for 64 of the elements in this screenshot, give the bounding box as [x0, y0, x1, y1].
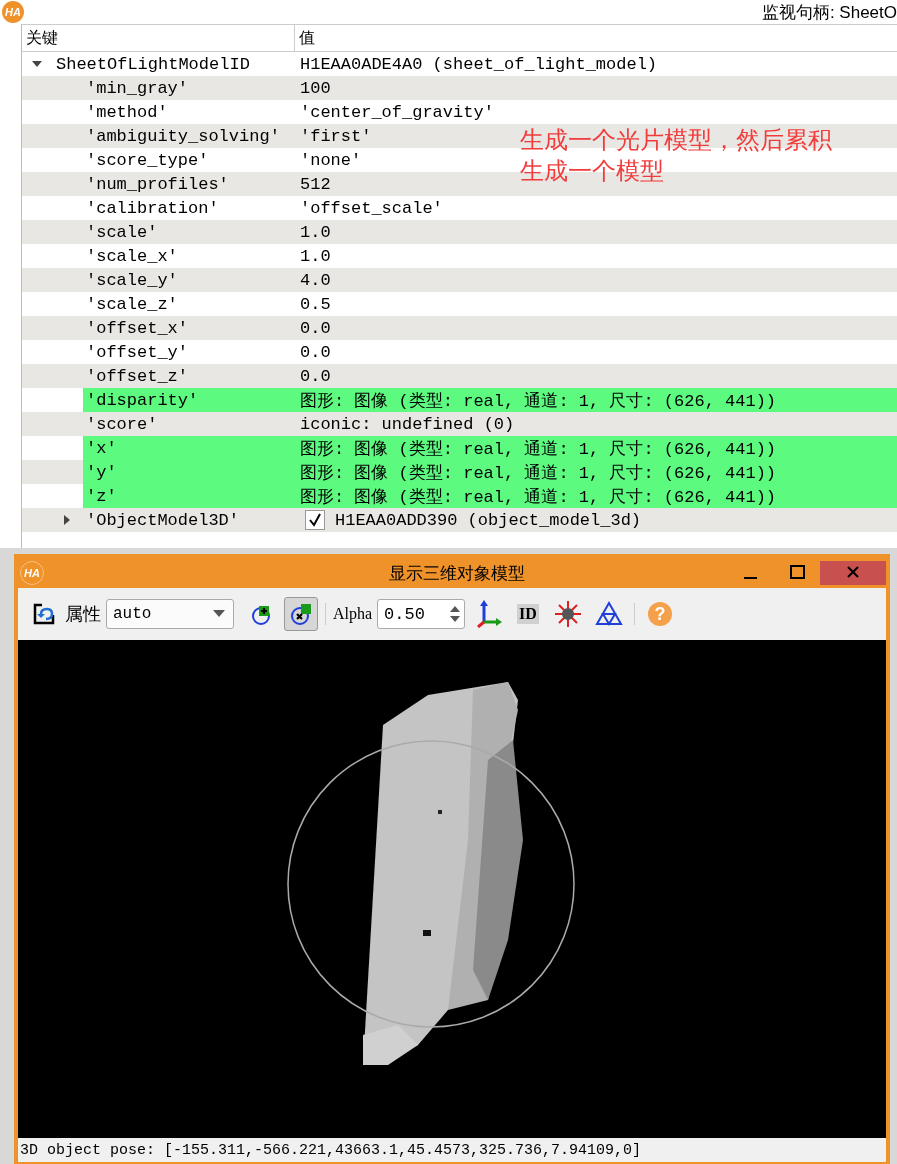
value-text: 'center_of_gravity': [300, 102, 494, 122]
key-text: 'ObjectModel3D': [86, 510, 240, 530]
value-text: 1.0: [300, 246, 331, 266]
collapse-arrow-icon[interactable]: [32, 59, 42, 69]
undo-icon[interactable]: [32, 602, 56, 626]
value-text: H1EAA0ADD390 (object_model_3d): [335, 510, 642, 530]
app-logo: HA: [2, 1, 24, 23]
value-text: 图形: 图像 (类型: real, 通道: 1, 尺寸: (626, 441)): [300, 486, 777, 508]
expand-arrow-icon[interactable]: [62, 515, 72, 525]
window-title: 监视句柄: SheetO: [761, 1, 897, 24]
key-text: 'offset_y': [86, 342, 189, 362]
caret-icon[interactable]: [213, 610, 225, 618]
value-text: 'none': [300, 150, 362, 170]
key-text: 'min_gray': [86, 78, 189, 98]
window-title: 显示三维对象模型: [388, 562, 526, 585]
checkbox[interactable]: [305, 510, 325, 530]
value-text: 1.0: [300, 222, 331, 242]
annotation-text: 生成一个光片模型，然后累积: [520, 125, 832, 155]
key-text: SheetOfLightModelID: [56, 54, 250, 74]
light-icon[interactable]: [553, 600, 582, 628]
key-text: 'offset_x': [86, 318, 189, 338]
key-text: 'scale_y': [86, 270, 178, 290]
value-text: 0.0: [300, 342, 331, 362]
value-text: 图形: 图像 (类型: real, 通道: 1, 尺寸: (626, 441)): [300, 462, 777, 484]
value-text: 'offset_scale': [300, 198, 443, 218]
attribute-dropdown[interactable]: auto: [106, 599, 234, 629]
value-text: 图形: 图像 (类型: real, 通道: 1, 尺寸: (626, 441)): [300, 438, 777, 460]
value-text: 512: [300, 174, 331, 194]
value-text: 0.5: [300, 294, 331, 314]
axes-icon[interactable]: [474, 600, 503, 628]
alpha-spinbox[interactable]: 0.50: [377, 599, 466, 629]
key-text: 'score': [86, 414, 158, 434]
remove-point-icon: [289, 602, 313, 626]
key-text: 'scale': [86, 222, 158, 242]
app-logo: HA: [20, 561, 44, 585]
key-text: 'ambiguity_solving': [86, 126, 280, 146]
alpha-label: Alpha: [333, 605, 373, 623]
remove-point-button[interactable]: [284, 597, 318, 631]
value-text: H1EAA0ADE4A0 (sheet_of_light_model): [300, 54, 658, 74]
key-text: 'scale_x': [86, 246, 178, 266]
key-text: 'offset_z': [86, 366, 189, 386]
value-text: 100: [300, 78, 331, 98]
annotation-text: 生成一个模型: [520, 156, 665, 186]
key-text: 'scale_z': [86, 294, 178, 314]
triangle-mesh-icon[interactable]: [594, 600, 623, 628]
value-text: 4.0: [300, 270, 331, 290]
key-text: 'calibration': [86, 198, 219, 218]
key-text: 'x': [86, 438, 117, 458]
value-text: iconic: undefined (0): [300, 414, 515, 434]
value-text: 0.0: [300, 318, 331, 338]
key-text: 'y': [86, 462, 117, 482]
key-text: 'disparity': [86, 390, 199, 410]
key-text: 'z': [86, 486, 117, 506]
key-text: 'method': [86, 102, 168, 122]
value-text: 图形: 图像 (类型: real, 通道: 1, 尺寸: (626, 441)): [300, 390, 777, 412]
close-icon[interactable]: [820, 561, 886, 585]
value-text: 0.0: [300, 366, 331, 386]
id-button[interactable]: ID: [517, 604, 539, 624]
column-header[interactable]: 值: [295, 25, 897, 51]
column-header[interactable]: 关键: [22, 25, 295, 51]
key-text: 'score_type': [86, 150, 209, 170]
key-text: 'num_profiles': [86, 174, 229, 194]
attribute-label: 属性: [65, 603, 101, 626]
value-text: 'first': [300, 126, 372, 146]
